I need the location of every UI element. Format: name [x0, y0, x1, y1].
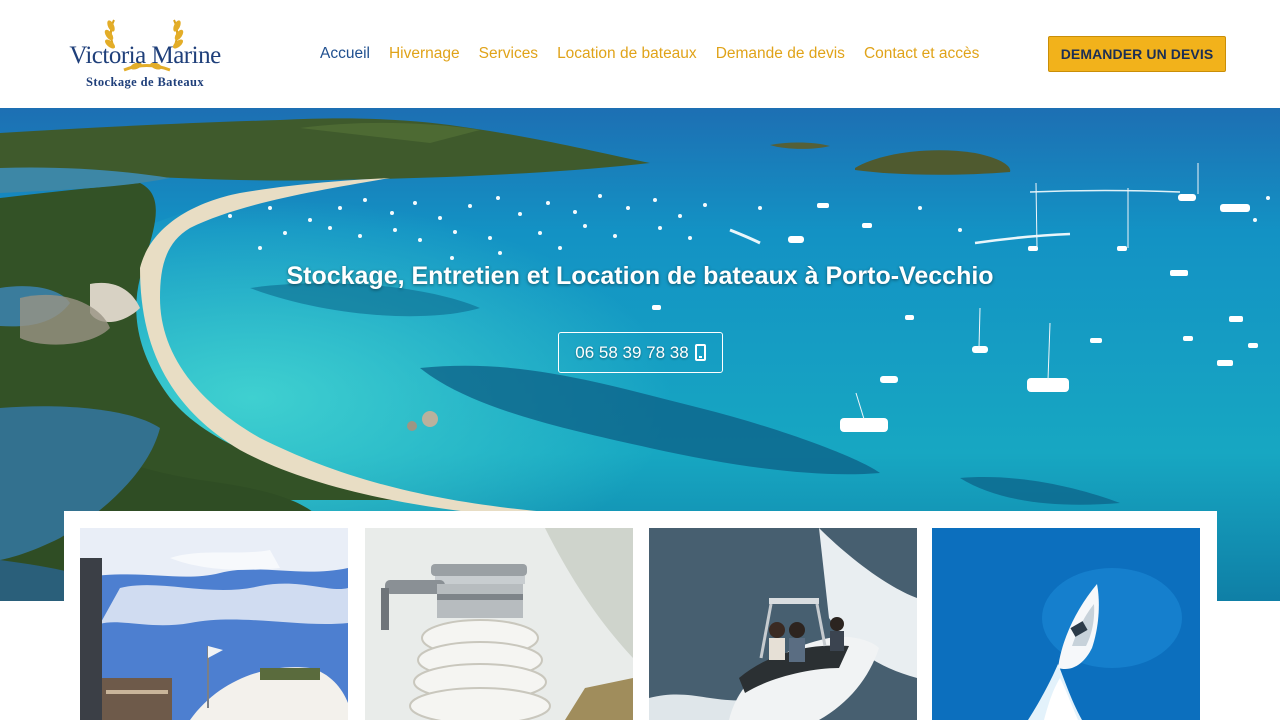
site-header: Victoria Marine Stockage de Bateaux Accu… — [0, 0, 1280, 108]
logo-title: Victoria Marine — [69, 42, 221, 69]
motorboat-image — [649, 528, 917, 720]
request-quote-button[interactable]: DEMANDER UN DEVIS — [1048, 36, 1226, 72]
winch-rope-image — [365, 528, 633, 720]
logo-subtitle: Stockage de Bateaux — [85, 75, 204, 89]
service-cards — [64, 511, 1217, 720]
nav-item-hivernage[interactable]: Hivernage — [389, 44, 460, 64]
nav-item-location[interactable]: Location de bateaux — [557, 44, 697, 64]
nav-item-accueil[interactable]: Accueil — [320, 44, 370, 64]
service-card-storage[interactable] — [80, 528, 348, 720]
mobile-phone-icon — [694, 344, 706, 361]
storage-yard-image — [80, 528, 348, 720]
phone-call-button[interactable]: 06 58 39 78 38 — [558, 332, 723, 373]
service-card-maintenance[interactable] — [365, 528, 633, 720]
service-card-excursions[interactable] — [932, 528, 1200, 720]
service-card-rental[interactable] — [649, 528, 917, 720]
nav-item-contact[interactable]: Contact et accès — [864, 44, 979, 64]
nav-item-services[interactable]: Services — [479, 44, 538, 64]
phone-number: 06 58 39 78 38 — [575, 342, 689, 362]
main-navigation: Accueil Hivernage Services Location de b… — [320, 44, 979, 64]
hero-title: Stockage, Entretien et Location de batea… — [286, 262, 994, 290]
site-logo[interactable]: Victoria Marine Stockage de Bateaux — [54, 18, 236, 92]
speedboat-aerial-image — [932, 528, 1200, 720]
nav-item-devis[interactable]: Demande de devis — [716, 44, 845, 64]
